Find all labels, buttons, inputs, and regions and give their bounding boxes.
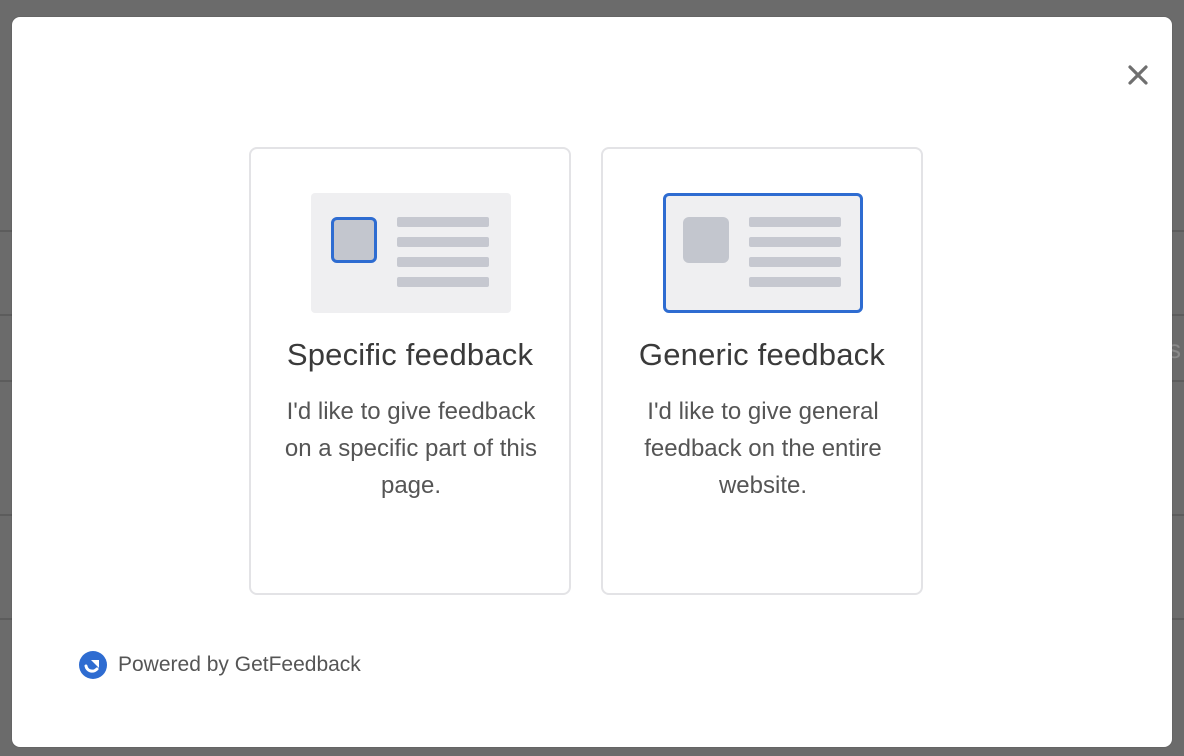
option-description: I'd like to give feedback on a specific … bbox=[284, 398, 538, 499]
text-line-icon bbox=[749, 237, 841, 247]
text-line-icon bbox=[397, 217, 489, 227]
text-line-icon bbox=[749, 277, 841, 287]
option-title: Specific feedback bbox=[286, 337, 534, 372]
getfeedback-logo-icon bbox=[79, 651, 107, 679]
specific-feedback-option[interactable]: Specific feedback I'd like to give feedb… bbox=[249, 147, 571, 595]
text-line-icon bbox=[749, 217, 841, 227]
feedback-modal bbox=[12, 17, 1172, 747]
text-line-icon bbox=[397, 257, 489, 267]
text-line-icon bbox=[397, 237, 489, 247]
powered-by-link[interactable]: Powered by GetFeedback bbox=[78, 650, 361, 680]
close-button[interactable] bbox=[1120, 57, 1156, 93]
specific-area-illustration bbox=[311, 193, 511, 313]
whole-page-illustration bbox=[663, 193, 863, 313]
generic-feedback-option[interactable]: Generic feedback I'd like to give genera… bbox=[601, 147, 923, 595]
option-title: Generic feedback bbox=[638, 337, 886, 372]
selected-element-icon bbox=[331, 217, 377, 263]
powered-by-text: Powered by GetFeedback bbox=[118, 653, 361, 676]
text-line-icon bbox=[749, 257, 841, 267]
option-description: I'd like to give general feedback on the… bbox=[644, 398, 882, 499]
text-line-icon bbox=[397, 277, 489, 287]
image-placeholder-icon bbox=[683, 217, 729, 263]
close-icon bbox=[1128, 65, 1148, 85]
